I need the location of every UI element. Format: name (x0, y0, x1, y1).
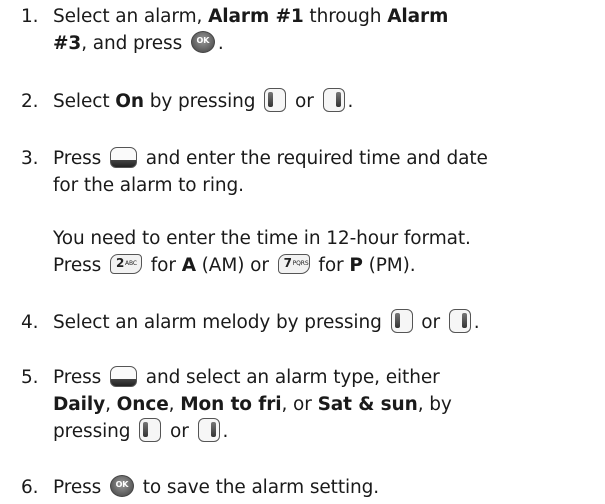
step-number: 1. (21, 6, 39, 27)
ok-key-icon: OK (190, 31, 215, 53)
softkey-icon (109, 146, 137, 168)
ok-key-icon: OK (109, 475, 134, 497)
left-key-icon (264, 88, 287, 112)
right-key-icon (322, 88, 345, 112)
instruction-page: 1. Select an alarm, Alarm #1 through Ala… (0, 0, 605, 504)
left-key-icon (390, 309, 413, 333)
key-7-icon: 7 PQRS (277, 254, 310, 274)
left-key-icon (139, 418, 162, 442)
right-key-icon (448, 309, 471, 333)
softkey-icon (109, 365, 137, 387)
right-key-icon (197, 418, 220, 442)
key-2-icon: 2 ABC (109, 254, 142, 274)
